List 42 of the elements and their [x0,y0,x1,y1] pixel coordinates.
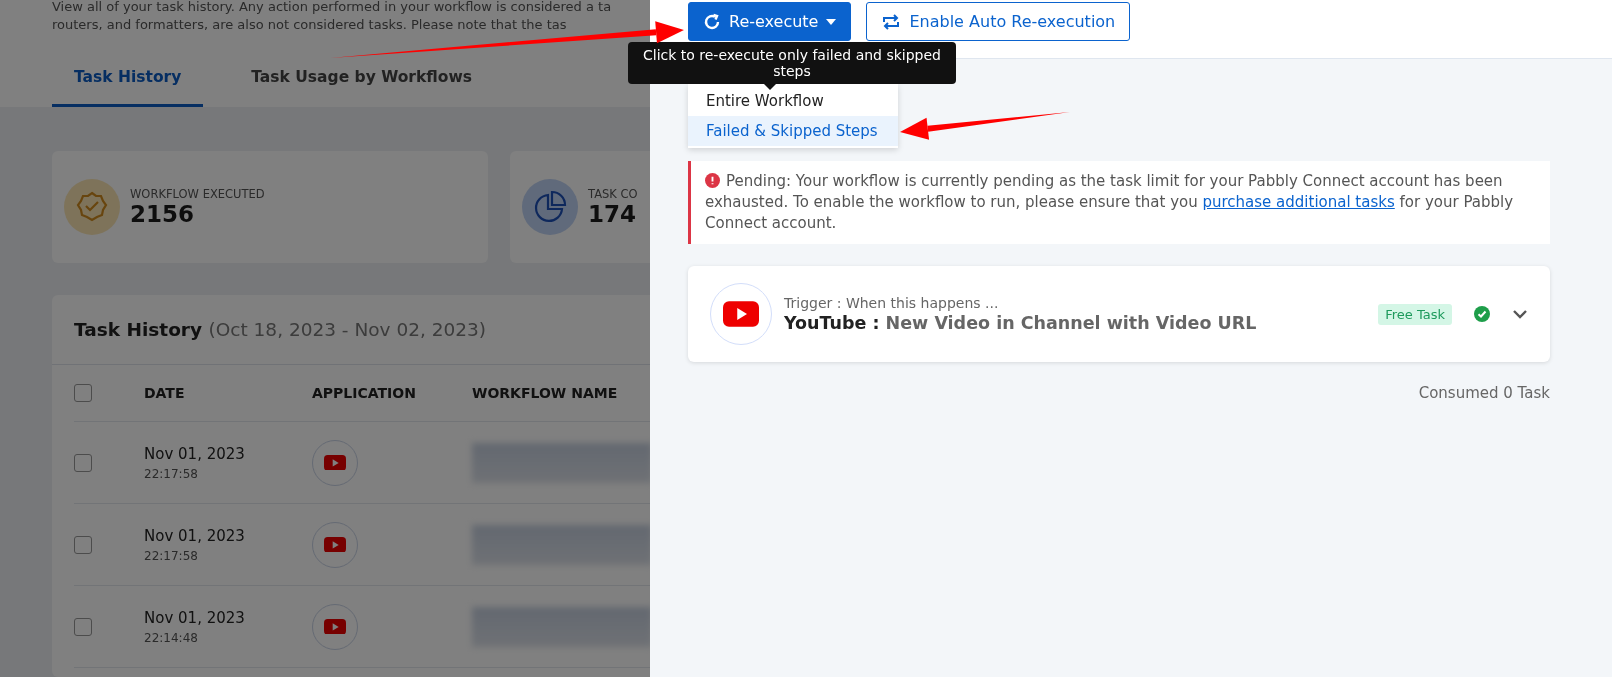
stat-value: 2156 [130,201,195,227]
date-text: Nov 01, 2023 [144,526,246,545]
column-header: WORKFLOW NAME [472,385,618,401]
free-task-badge: Free Task [1378,303,1452,325]
video-play-icon [324,536,346,553]
badge-check-icon [64,179,120,235]
checkbox[interactable] [74,535,92,554]
date-text: Nov 01, 2023 [144,444,246,463]
time-text: 22:14:48 [144,630,199,645]
consumed-text: Consumed 0 Task [1417,384,1550,402]
time-text: 22:17:58 [144,466,199,481]
column-header: APPLICATION [312,385,416,401]
column-header: DATE [144,385,185,401]
purchase-link[interactable]: purchase additional tasks [1202,193,1395,211]
trigger-title: YouTube : New Video in Channel with Video URL [784,313,1257,333]
video-play-icon [324,618,346,635]
intro-text: View all of your task history. Any action performed in your workflow is considered a ta [52,0,613,16]
stat-label: WORKFLOW EXECUTED [130,187,265,201]
chevron-down-icon[interactable] [1512,309,1528,319]
alert-message: Pending: Your workflow is currently pending as the task limit for your Pabbly Connect account has been exhausted. To enable the workflow to run, please ensure that you purchase additional tasks for your Pabbly Connect account. [688,161,1550,244]
trigger-caption: Trigger : When this happens ... [784,295,1000,311]
refresh-icon [703,12,721,31]
tab[interactable]: Task History [52,52,204,107]
checkbox[interactable] [74,617,92,636]
checkbox[interactable] [74,453,92,472]
time-text: 22:17:58 [144,548,199,563]
checkbox[interactable] [74,384,92,402]
stat-value: 174 [588,201,637,227]
video-play-icon [723,301,759,327]
caret-icon [826,18,837,25]
repeat-icon [881,13,902,30]
intro-text: routers, and formatters, are also not considered tasks. Please note that the tas [52,16,568,34]
menu-item[interactable]: Failed & Skipped Steps [688,116,898,146]
stat-label: TASK CO [588,187,638,201]
tab[interactable]: Task Usage by Workflows [229,52,494,107]
video-play-icon [324,454,346,471]
date-text: Nov 01, 2023 [144,608,246,627]
error-icon [705,173,720,188]
menu-item[interactable]: Entire Workflow [688,86,898,116]
re-execute-button[interactable]: Re-execute [688,2,852,41]
auto-re-execution-button[interactable]: Enable Auto Re-execution [866,2,1131,41]
pie-chart-icon [522,179,578,235]
